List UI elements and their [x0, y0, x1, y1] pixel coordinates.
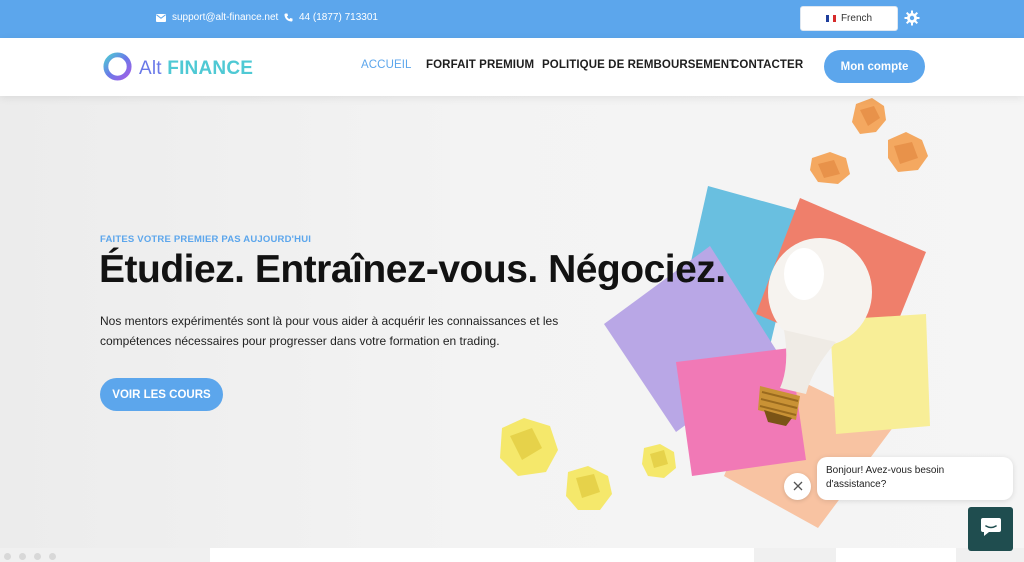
orange-paper-ball	[852, 98, 886, 134]
envelope-icon	[156, 13, 166, 22]
hero-description: Nos mentors expérimentés sont là pour vo…	[100, 314, 559, 348]
orange-paper-ball	[888, 132, 928, 172]
next-section-edge	[0, 548, 1024, 562]
carousel-dot[interactable]	[4, 553, 11, 560]
chat-launcher-button[interactable]	[968, 507, 1013, 551]
yellow-paper-ball	[566, 466, 612, 510]
yellow-paper-ball	[642, 444, 676, 478]
carousel-dot[interactable]	[49, 553, 56, 560]
chat-greeting-bubble[interactable]: Bonjour! Avez-vous besoin d'assistance?	[817, 457, 1013, 500]
section-card	[210, 548, 754, 562]
support-phone-text: 44 (1877) 713301	[299, 12, 378, 23]
support-email-text: support@alt-finance.net	[172, 12, 279, 23]
language-label: French	[840, 13, 873, 24]
gear-icon[interactable]	[904, 10, 920, 26]
language-selector[interactable]: French	[800, 6, 898, 31]
top-bar: support@alt-finance.net 44 (1877) 713301…	[0, 0, 1024, 38]
yellow-paper-ball	[500, 418, 558, 476]
view-courses-button[interactable]: VOIR LES COURS	[100, 378, 223, 411]
support-phone[interactable]: 44 (1877) 713301	[284, 12, 378, 23]
orange-paper-ball	[810, 152, 850, 184]
nav-accueil[interactable]: ACCUEIL	[361, 59, 412, 71]
nav-contacter[interactable]: CONTACTER	[731, 59, 803, 71]
logo-ring-icon	[102, 51, 133, 87]
logo-wordmark: Alt FINANCE	[139, 58, 253, 80]
support-email[interactable]: support@alt-finance.net	[156, 12, 278, 23]
chat-dismiss-button[interactable]	[784, 473, 811, 500]
logo-finance-text: FINANCE	[167, 58, 254, 79]
nav-forfait-premium[interactable]: FORFAIT PREMIUM	[426, 59, 534, 71]
carousel-dot[interactable]	[19, 553, 26, 560]
nav-politique-remboursement[interactable]: POLITIQUE DE REMBOURSEMENT	[542, 59, 736, 71]
hero-eyebrow: FAITES VOTRE PREMIER PAS AUJOURD'HUI	[100, 234, 312, 245]
hero-headline: Étudiez. Entraînez-vous. Négociez.	[99, 248, 726, 291]
phone-icon	[284, 13, 293, 22]
logo-alt-text: Alt	[139, 58, 162, 79]
carousel-dot[interactable]	[34, 553, 41, 560]
carousel-dots[interactable]	[4, 553, 56, 560]
alt-finance-logo[interactable]: Alt FINANCE	[102, 51, 253, 87]
french-flag-icon	[825, 15, 836, 22]
main-header: Alt FINANCE ACCUEIL FORFAIT PREMIUM POLI…	[0, 38, 1024, 96]
section-card	[836, 548, 956, 562]
my-account-button[interactable]: Mon compte	[824, 50, 925, 83]
close-icon	[793, 478, 803, 496]
chat-icon	[980, 517, 1002, 542]
